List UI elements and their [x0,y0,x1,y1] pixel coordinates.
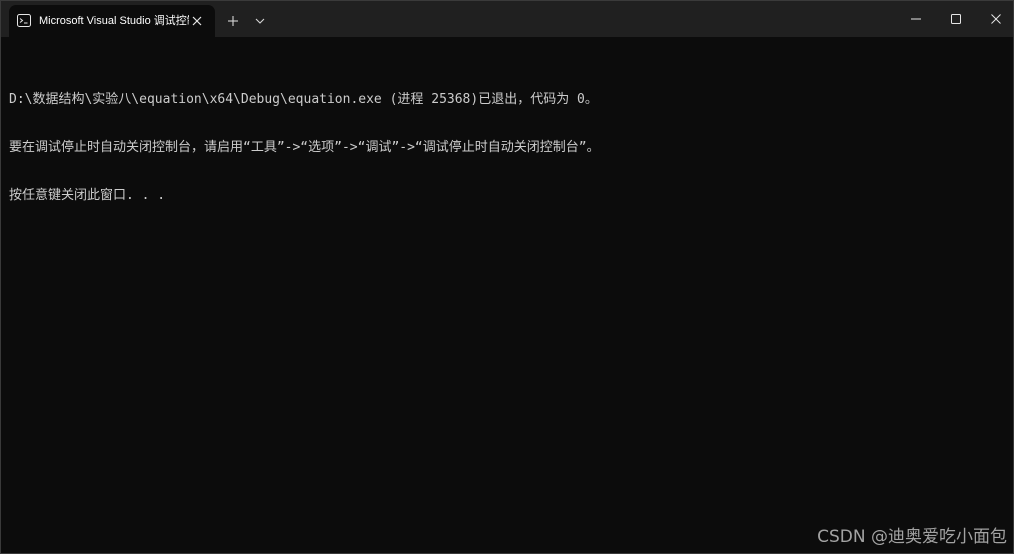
console-line-hint: 要在调试停止时自动关闭控制台，请启用“工具”->“选项”->“调试”->“调试停… [9,140,600,155]
console-line-prompt: 按任意键关闭此窗口. . . [9,188,166,203]
csdn-watermark: CSDN @迪奥爱吃小面包 [817,527,1007,547]
close-icon [991,14,1001,24]
tab-debug-console[interactable]: Microsoft Visual Studio 调试控制台 [9,5,215,37]
close-icon [192,16,202,26]
minimize-icon [911,18,921,20]
console-line-exit: D:\数据结构\实验八\equation\x64\Debug\equation.… [9,92,598,107]
close-window-button[interactable] [973,1,1013,37]
new-tab-button[interactable] [223,11,243,31]
close-tab-button[interactable] [187,11,207,31]
plus-icon [228,16,238,26]
chevron-down-icon [255,18,265,24]
terminal-window: Microsoft Visual Studio 调试控制台 [0,0,1014,554]
console-output[interactable]: D:\数据结构\实验八\equation\x64\Debug\equation.… [9,60,1005,236]
maximize-icon [951,14,961,24]
tab-dropdown-button[interactable] [251,11,269,31]
terminal-icon [17,14,31,27]
title-bar[interactable]: Microsoft Visual Studio 调试控制台 [1,1,1013,37]
tab-title: Microsoft Visual Studio 调试控制台 [39,15,189,27]
